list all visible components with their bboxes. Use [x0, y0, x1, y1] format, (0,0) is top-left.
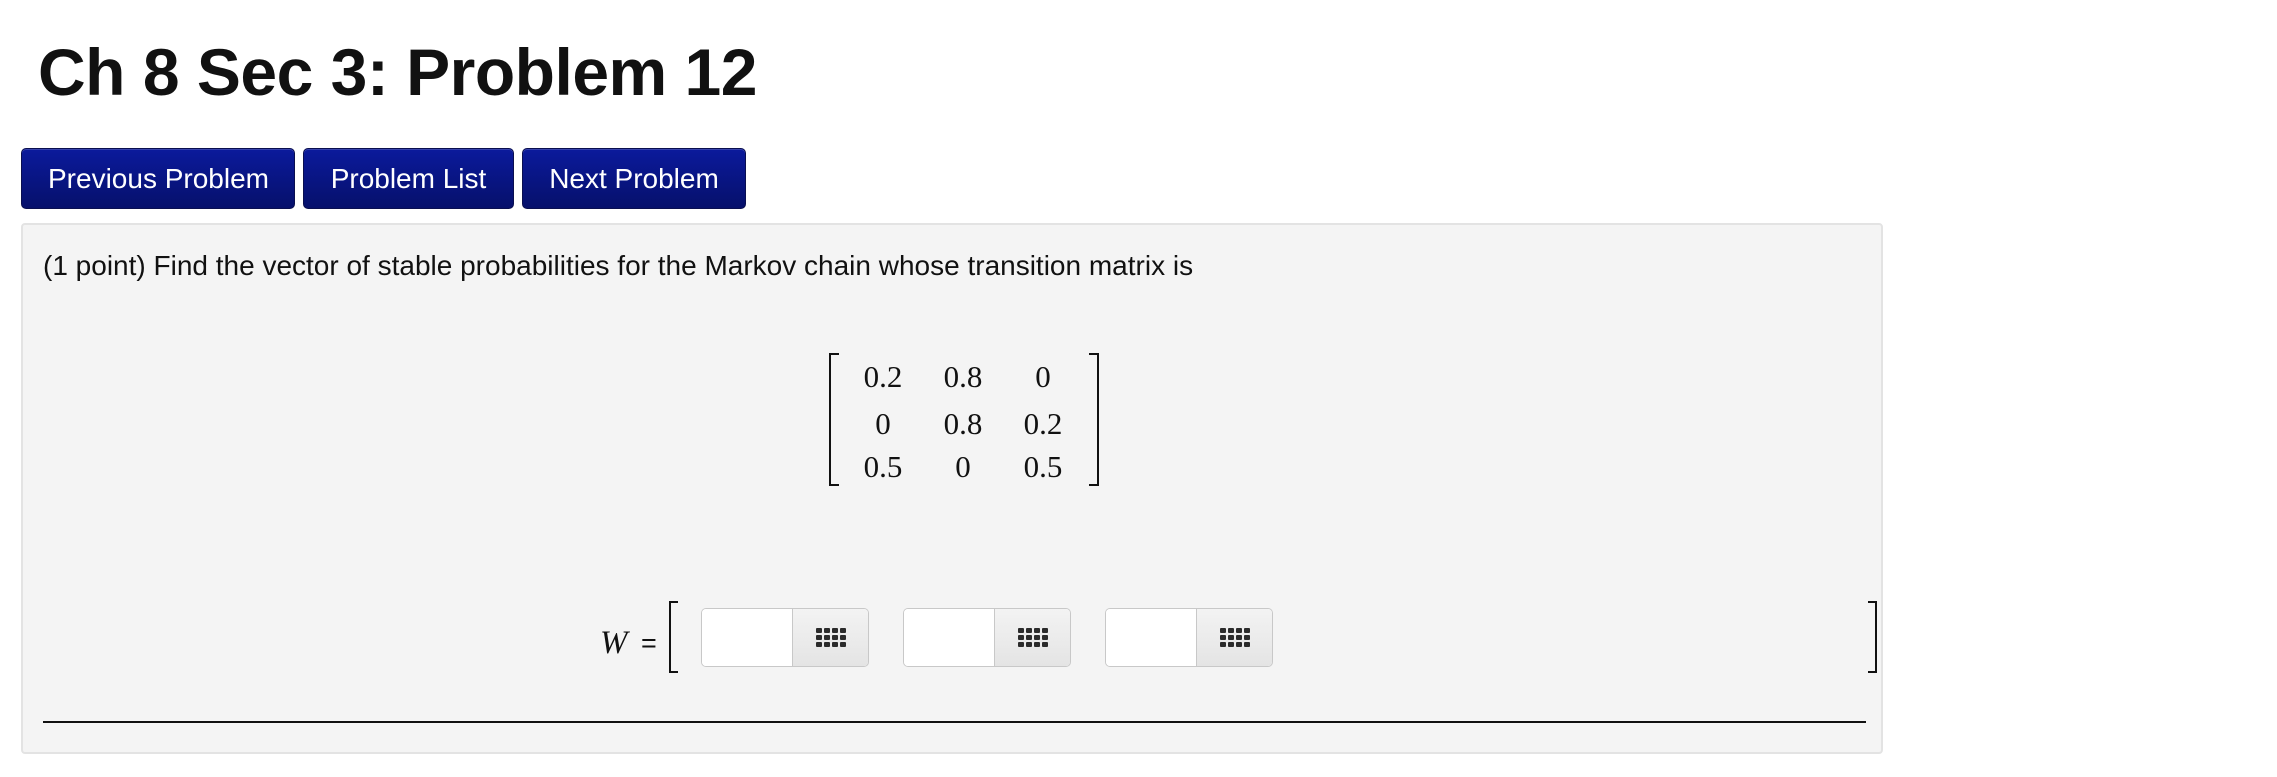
problem-nav: Previous Problem Problem List Next Probl… — [21, 148, 746, 209]
matrix-cell: 0.5 — [1023, 449, 1063, 484]
matrix-left-bracket — [829, 353, 839, 486]
matrix-grid: 0.2 0.8 0 0 0.8 0.2 0.5 0 0.5 — [843, 353, 1085, 486]
grid-icon — [1017, 628, 1048, 647]
grid-icon — [815, 628, 846, 647]
answer-field-2 — [903, 608, 1071, 667]
matrix-cell: 0.2 — [863, 358, 903, 394]
section-divider — [43, 721, 1866, 723]
vector-left-bracket — [669, 601, 678, 673]
matrix-cell: 0 — [1035, 358, 1051, 394]
answer-input-1[interactable] — [702, 609, 792, 666]
matrix-right-bracket — [1089, 353, 1099, 486]
problem-statement: (1 point) Find the vector of stable prob… — [43, 250, 1194, 281]
matrix-cell: 0 — [955, 449, 971, 484]
page-title: Ch 8 Sec 3: Problem 12 — [38, 35, 757, 109]
equation-palette-button[interactable] — [994, 609, 1070, 666]
next-problem-button[interactable]: Next Problem — [522, 148, 746, 209]
equals-sign: = — [641, 628, 657, 658]
answer-field-3 — [1105, 608, 1273, 667]
answer-input-3[interactable] — [1106, 609, 1196, 666]
equation-palette-button[interactable] — [1196, 609, 1272, 666]
matrix-cell: 0.5 — [863, 449, 903, 484]
matrix-cell: 0.2 — [1023, 406, 1063, 441]
answer-variable-label: W — [600, 625, 628, 661]
previous-problem-button[interactable]: Previous Problem — [21, 148, 295, 209]
grid-icon — [1219, 628, 1250, 647]
vector-right-bracket — [1868, 601, 1877, 673]
answer-input-2[interactable] — [904, 609, 994, 666]
problem-list-button[interactable]: Problem List — [303, 148, 514, 209]
matrix-cell: 0.8 — [943, 406, 983, 441]
equation-palette-button[interactable] — [792, 609, 868, 666]
matrix-cell: 0.8 — [943, 358, 983, 394]
matrix-cell: 0 — [875, 406, 891, 441]
problem-panel: (1 point) Find the vector of stable prob… — [21, 223, 1883, 754]
answer-field-1 — [701, 608, 869, 667]
transition-matrix: 0.2 0.8 0 0 0.8 0.2 0.5 0 0.5 — [829, 353, 1099, 488]
